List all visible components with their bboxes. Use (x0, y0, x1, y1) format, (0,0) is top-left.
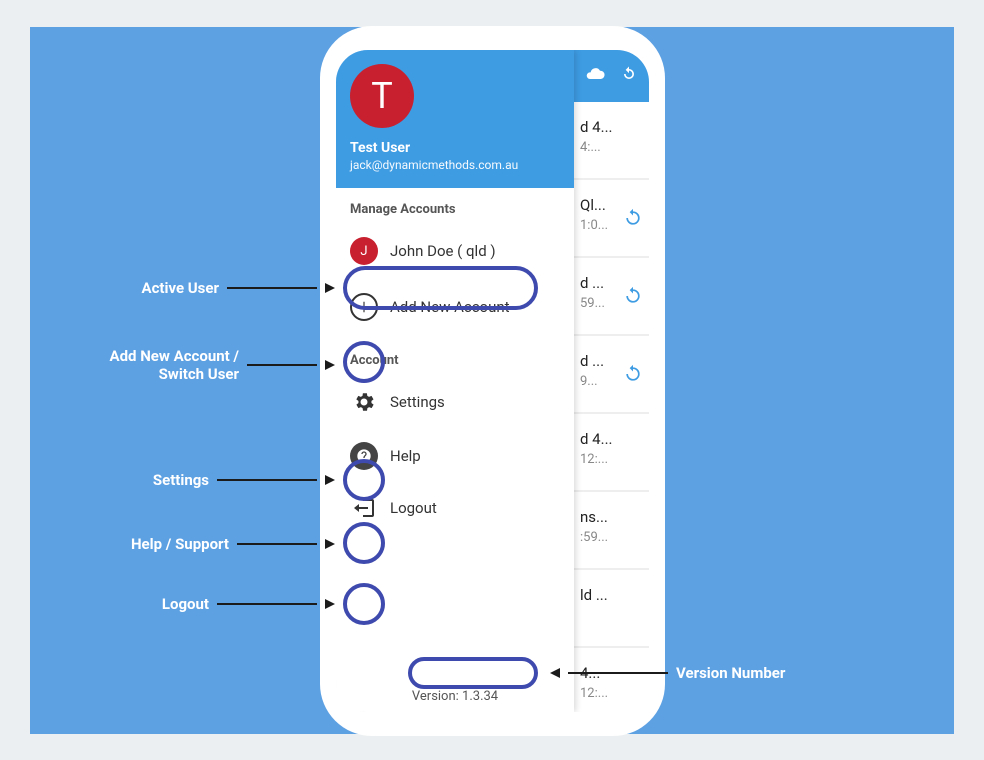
refresh-icon[interactable] (623, 208, 643, 232)
help-label: Help (390, 447, 421, 465)
callout-settings: Settings (70, 471, 335, 489)
logout-item[interactable]: Logout (336, 482, 574, 534)
phone-frame: d 4...4:... Ql...1:0... d ...59... d ...… (330, 36, 655, 726)
callout-label: Settings (153, 471, 209, 489)
refresh-icon[interactable] (623, 364, 643, 388)
callout-label: Logout (162, 595, 209, 613)
plus-icon (350, 293, 378, 321)
callout-logout: Logout (70, 595, 335, 613)
navigation-drawer: T Test User jack@dynamicmethods.com.au M… (336, 50, 574, 712)
refresh-icon[interactable] (619, 64, 639, 88)
gear-icon (350, 388, 378, 416)
callout-label: Version Number (676, 664, 785, 682)
section-title-manage: Manage Accounts (336, 188, 574, 223)
list-item[interactable]: d ...59... (574, 258, 649, 336)
phone-screen: d 4...4:... Ql...1:0... d ...59... d ...… (336, 50, 649, 712)
callout-label: Add New Account / Switch User (110, 347, 239, 383)
list-item[interactable]: Ql...1:0... (574, 180, 649, 258)
callout-help: Help / Support (70, 535, 335, 553)
active-user-label: John Doe ( qld ) (390, 242, 496, 260)
callout-label: Help / Support (131, 535, 229, 553)
active-user-item[interactable]: J John Doe ( qld ) (336, 223, 574, 279)
callout-active-user: Active User (70, 279, 335, 297)
list-item[interactable]: d 4...4:... (574, 102, 649, 180)
list-item[interactable]: ld ... (574, 570, 649, 648)
background-list: d 4...4:... Ql...1:0... d ...59... d ...… (574, 102, 649, 712)
phone-side-button (654, 197, 662, 261)
user-initial-icon: J (350, 237, 378, 265)
cloud-icon[interactable] (585, 64, 605, 88)
callout-add-account: Add New Account / Switch User (50, 347, 335, 383)
logout-label: Logout (390, 499, 437, 517)
user-avatar: T (350, 64, 414, 128)
list-item[interactable]: d ...9... (574, 336, 649, 414)
refresh-icon[interactable] (623, 286, 643, 310)
settings-label: Settings (390, 393, 445, 411)
drawer-header: T Test User jack@dynamicmethods.com.au (336, 50, 574, 188)
callout-label: Active User (142, 279, 219, 297)
add-account-item[interactable]: Add New Account (336, 279, 574, 335)
section-title-account: Account (336, 335, 574, 374)
list-item[interactable]: ns...:59... (574, 492, 649, 570)
settings-item[interactable]: Settings (336, 374, 574, 430)
help-icon (350, 442, 378, 470)
user-email: jack@dynamicmethods.com.au (350, 158, 560, 172)
diagram-canvas: d 4...4:... Ql...1:0... d ...59... d ...… (30, 27, 954, 734)
user-name: Test User (350, 140, 560, 156)
add-account-label: Add New Account (390, 298, 510, 316)
logout-icon (350, 494, 378, 522)
list-item[interactable]: d 4...12:... (574, 414, 649, 492)
version-label: Version: 1.3.34 (336, 683, 574, 712)
callout-version: Version Number (550, 664, 785, 682)
help-item[interactable]: Help (336, 430, 574, 482)
